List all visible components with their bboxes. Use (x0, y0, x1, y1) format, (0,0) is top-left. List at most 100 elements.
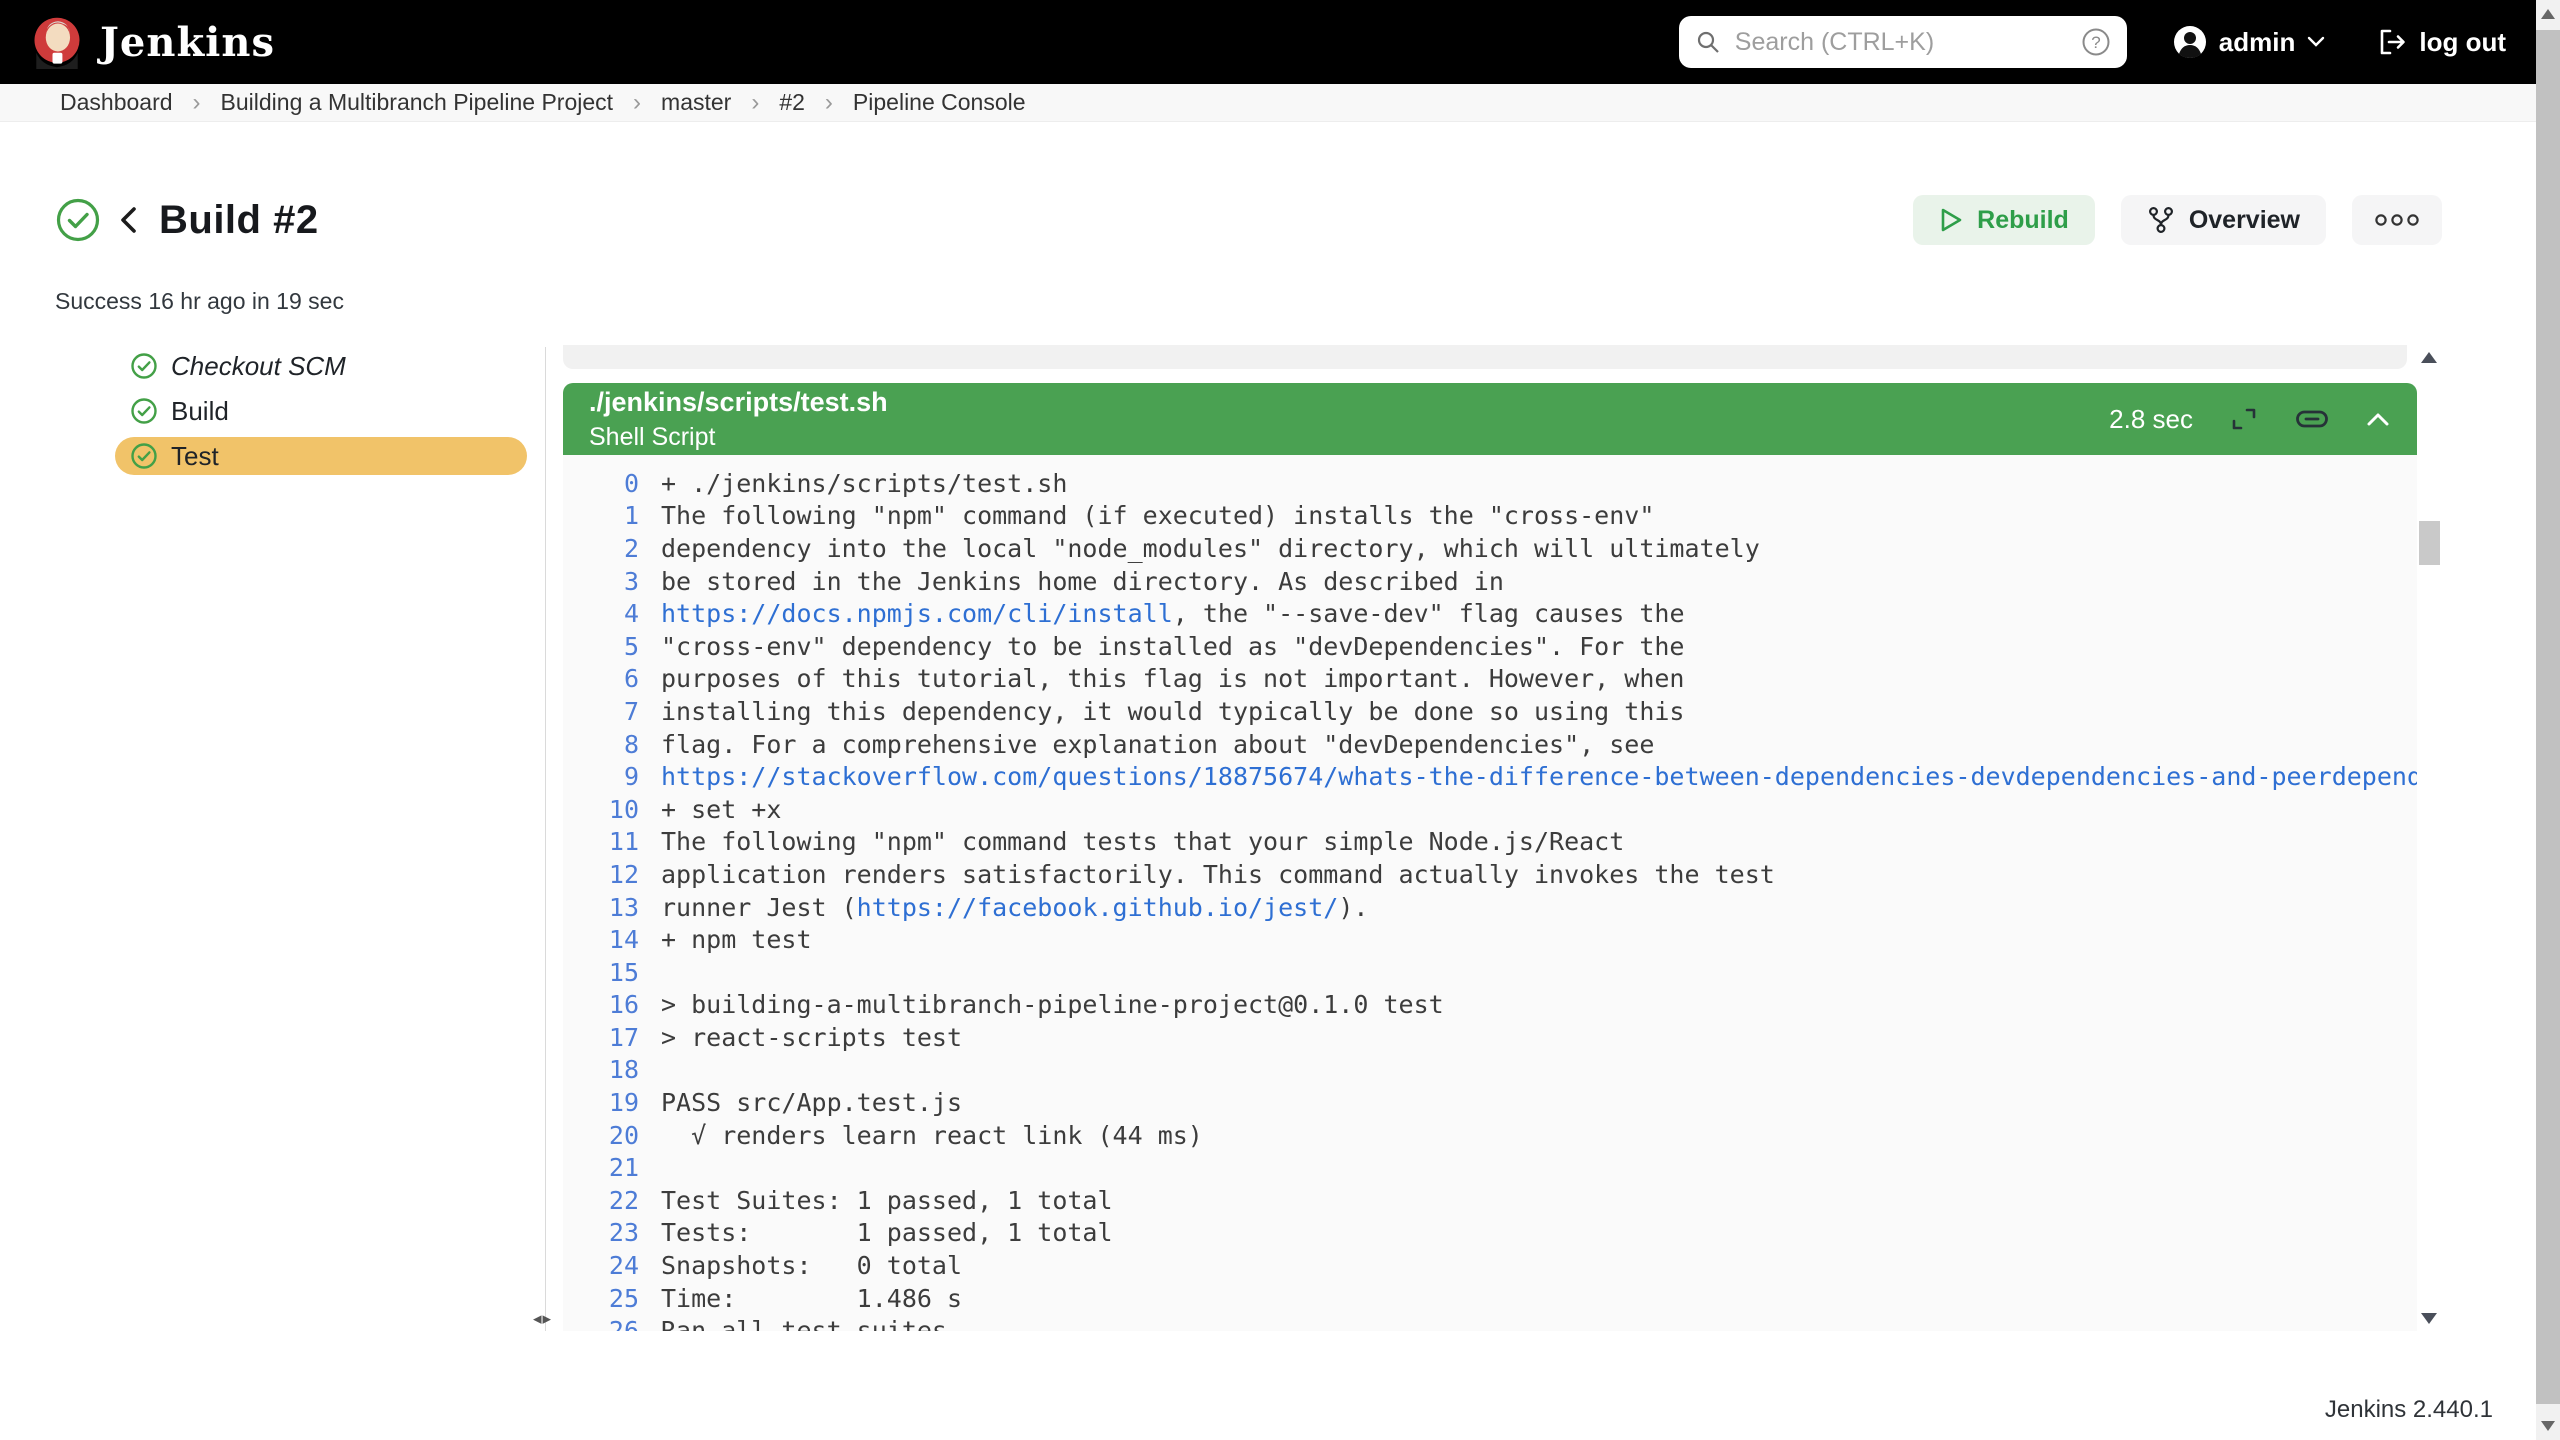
rebuild-button[interactable]: Rebuild (1913, 195, 2095, 245)
console-line: 18 (563, 1054, 2417, 1087)
collapse-log-button[interactable] (2365, 410, 2391, 428)
page-scroll-down-icon[interactable] (2541, 1421, 2555, 1431)
stage-label: Build (171, 396, 229, 427)
expand-log-button[interactable] (2229, 404, 2259, 434)
back-button[interactable] (117, 205, 139, 235)
line-number[interactable]: 6 (563, 664, 661, 693)
stage-item-build[interactable]: Build (115, 392, 527, 430)
avatar-icon (2173, 25, 2207, 59)
breadcrumb-item-master[interactable]: master (661, 89, 731, 116)
line-number[interactable]: 16 (563, 990, 661, 1019)
logout-button[interactable]: log out (2377, 27, 2506, 58)
console-link[interactable]: https://facebook.github.io/jest/ (857, 893, 1339, 922)
line-text: PASS src/App.test.js (661, 1088, 962, 1117)
user-menu[interactable]: admin (2173, 25, 2326, 59)
line-number[interactable]: 21 (563, 1153, 661, 1182)
console-scrollbar-track[interactable] (2417, 367, 2442, 1309)
line-number[interactable]: 26 (563, 1316, 661, 1331)
line-number[interactable]: 1 (563, 501, 661, 530)
page-scrollbar[interactable] (2536, 0, 2560, 1440)
line-number[interactable]: 7 (563, 697, 661, 726)
line-number[interactable]: 2 (563, 534, 661, 563)
console-link[interactable]: https://stackoverflow.com/questions/1887… (661, 762, 2442, 791)
previous-stage-block-stub[interactable] (563, 345, 2407, 369)
line-number[interactable]: 11 (563, 827, 661, 856)
console-line: 22Test Suites: 1 passed, 1 total (563, 1184, 2417, 1217)
line-text: + ./jenkins/scripts/test.sh (661, 469, 1067, 498)
sidebar-splitter[interactable]: ◂▸ (545, 347, 546, 1331)
overview-button[interactable]: Overview (2121, 195, 2326, 245)
help-icon[interactable]: ? (2081, 27, 2111, 57)
line-text: Test Suites: 1 passed, 1 total (661, 1186, 1113, 1215)
line-number[interactable]: 9 (563, 762, 661, 791)
jenkins-home-link[interactable]: Jenkins (30, 15, 275, 69)
breadcrumb-separator-icon: › (193, 89, 201, 117)
line-number[interactable]: 14 (563, 925, 661, 954)
shell-script-header[interactable]: ./jenkins/scripts/test.sh Shell Script 2… (563, 383, 2417, 455)
stage-label: Test (171, 441, 219, 472)
navbar-right: ? admin log out (1679, 16, 2506, 68)
page-title: Build #2 (159, 198, 319, 243)
line-number[interactable]: 12 (563, 860, 661, 889)
more-actions-button[interactable] (2352, 195, 2442, 245)
chevron-down-icon (2307, 36, 2325, 48)
stage-item-test[interactable]: Test (115, 437, 527, 475)
search-input[interactable] (1733, 27, 2069, 58)
line-text: "cross-env" dependency to be installed a… (661, 632, 1685, 661)
console-line: 6purposes of this tutorial, this flag is… (563, 663, 2417, 696)
line-text: Tests: 1 passed, 1 total (661, 1218, 1113, 1247)
console-line: 4https://docs.npmjs.com/cli/install, the… (563, 597, 2417, 630)
scroll-up-arrow-icon[interactable] (2421, 352, 2437, 363)
line-number[interactable]: 20 (563, 1121, 661, 1150)
page-scroll-up-icon[interactable] (2541, 9, 2555, 19)
breadcrumb-item-pipeline-console[interactable]: Pipeline Console (853, 89, 1026, 116)
line-number[interactable]: 4 (563, 599, 661, 628)
breadcrumb-item-dashboard[interactable]: Dashboard (60, 89, 173, 116)
shell-script-card: ./jenkins/scripts/test.sh Shell Script 2… (563, 383, 2417, 1331)
page-scrollbar-thumb[interactable] (2536, 30, 2560, 1404)
line-number[interactable]: 25 (563, 1284, 661, 1313)
line-number[interactable]: 22 (563, 1186, 661, 1215)
line-number[interactable]: 10 (563, 795, 661, 824)
build-actions: Rebuild Overview (1913, 195, 2442, 245)
line-number[interactable]: 8 (563, 730, 661, 759)
line-number[interactable]: 0 (563, 469, 661, 498)
play-icon (1939, 207, 1963, 233)
stage-success-icon (130, 397, 158, 425)
console-line: 15 (563, 956, 2417, 989)
splitter-drag-handle-icon[interactable]: ◂▸ (533, 1309, 552, 1329)
chevron-left-icon (117, 205, 139, 235)
search-icon (1695, 29, 1721, 55)
breadcrumb-item--2[interactable]: #2 (779, 89, 805, 116)
console-line: 1The following "npm" command (if execute… (563, 500, 2417, 533)
console-line: 7installing this dependency, it would ty… (563, 695, 2417, 728)
shell-script-titles: ./jenkins/scripts/test.sh Shell Script (589, 386, 888, 451)
build-status-line: Success 16 hr ago in 19 sec (55, 288, 344, 315)
console-scrollbar-thumb[interactable] (2419, 521, 2440, 565)
permalink-button[interactable] (2295, 408, 2329, 430)
line-number[interactable]: 3 (563, 567, 661, 596)
line-text: > react-scripts test (661, 1023, 962, 1052)
scroll-down-arrow-icon[interactable] (2421, 1313, 2437, 1324)
line-number[interactable]: 18 (563, 1055, 661, 1084)
line-text: installing this dependency, it would typ… (661, 697, 1685, 726)
user-name: admin (2219, 27, 2296, 58)
line-number[interactable]: 5 (563, 632, 661, 661)
svg-text:?: ? (2091, 33, 2100, 52)
line-number[interactable]: 17 (563, 1023, 661, 1052)
console-scrollbar[interactable] (2417, 345, 2442, 1331)
line-number[interactable]: 13 (563, 893, 661, 922)
line-text: runner Jest (https://facebook.github.io/… (661, 893, 1368, 922)
console-line: 0+ ./jenkins/scripts/test.sh (563, 467, 2417, 500)
jenkins-logo-icon (30, 15, 84, 69)
line-number[interactable]: 19 (563, 1088, 661, 1117)
jenkins-version: Jenkins 2.440.1 (2325, 1396, 2493, 1424)
jenkins-page: Jenkins ? admin (0, 0, 2560, 1440)
breadcrumb-item-building-a-multibranch-pipeline-project[interactable]: Building a Multibranch Pipeline Project (221, 89, 614, 116)
line-number[interactable]: 23 (563, 1218, 661, 1247)
stage-item-checkout-scm[interactable]: Checkout SCM (115, 347, 527, 385)
line-number[interactable]: 24 (563, 1251, 661, 1280)
line-text: Snapshots: 0 total (661, 1251, 962, 1280)
console-link[interactable]: https://docs.npmjs.com/cli/install (661, 599, 1173, 628)
line-number[interactable]: 15 (563, 958, 661, 987)
